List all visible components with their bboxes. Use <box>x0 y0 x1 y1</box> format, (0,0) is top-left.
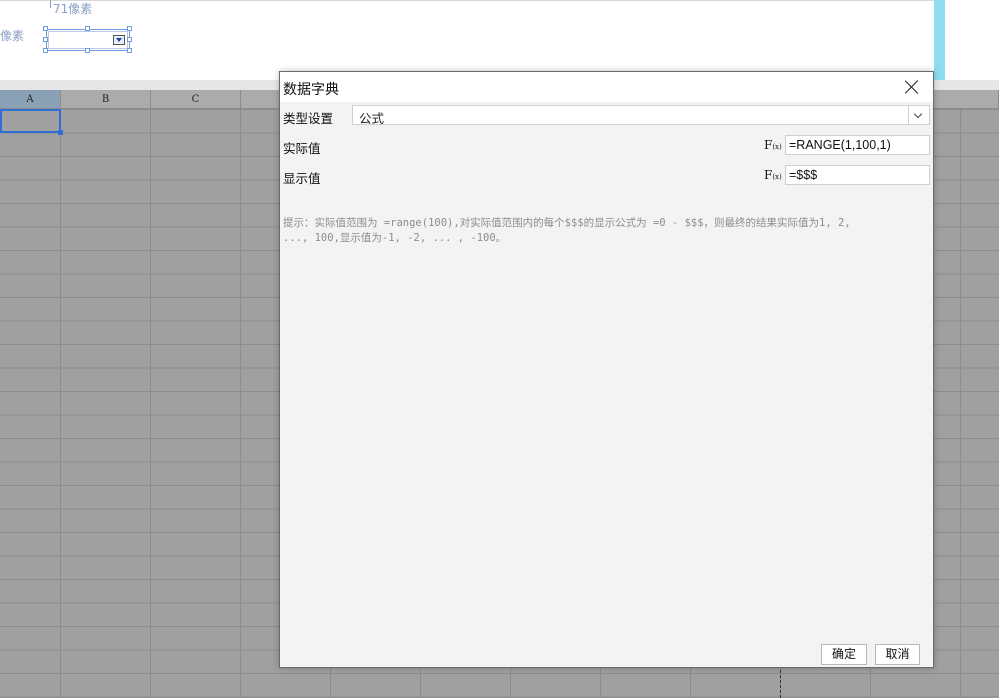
type-setting-label: 类型设置 <box>283 111 334 126</box>
type-setting-select[interactable]: 公式 <box>352 105 930 126</box>
dialog-titlebar: 数据字典 <box>280 72 933 102</box>
actual-value-formula-input[interactable] <box>785 135 930 155</box>
actual-value-label: 实际值 <box>283 141 321 156</box>
ok-button[interactable]: 确定 <box>821 644 867 665</box>
resize-handle[interactable] <box>127 26 132 31</box>
resize-handle[interactable] <box>43 26 48 31</box>
resize-handle[interactable] <box>85 48 90 53</box>
dialog-title: 数据字典 <box>283 82 339 98</box>
data-dictionary-dialog: 数据字典 类型设置 公式 实际值 F(x) 显示值 F(x) 提示：实际值范围为… <box>279 71 934 668</box>
resize-handle[interactable] <box>43 48 48 53</box>
hint-line: ..., 100,显示值为-1, -2, ... , -100。 <box>283 232 507 244</box>
hint-line: 提示：实际值范围为 =range(100),对实际值范围内的每个$$$的显示公式… <box>283 217 851 229</box>
column-header-c[interactable]: C <box>151 90 241 109</box>
height-ruler-label: 71像素 <box>50 0 92 17</box>
display-value-label: 显示值 <box>283 171 321 186</box>
fill-handle[interactable] <box>58 130 63 135</box>
resize-handle[interactable] <box>127 37 132 42</box>
chevron-down-icon[interactable] <box>908 106 929 124</box>
canvas-edge-strip <box>934 0 945 80</box>
selected-cell[interactable] <box>0 109 61 133</box>
type-setting-value: 公式 <box>359 111 385 126</box>
cancel-button[interactable]: 取消 <box>875 644 920 665</box>
combo-widget-field[interactable] <box>48 31 128 49</box>
display-value-formula-input[interactable] <box>785 165 930 185</box>
resize-handle[interactable] <box>127 48 132 53</box>
design-canvas: 71像素 像素 <box>0 0 934 80</box>
width-ruler-label: 像素 <box>0 29 25 43</box>
dropdown-arrow-icon[interactable] <box>113 35 125 45</box>
hint-text: 提示：实际值范围为 =range(100),对实际值范围内的每个$$$的显示公式… <box>283 216 903 246</box>
resize-handle[interactable] <box>43 37 48 42</box>
formula-icon[interactable]: F(x) <box>764 138 782 152</box>
ruler-tick <box>50 0 51 8</box>
formula-icon[interactable]: F(x) <box>764 168 782 182</box>
column-header-a[interactable]: A <box>0 90 61 109</box>
column-header-b[interactable]: B <box>61 90 151 109</box>
resize-handle[interactable] <box>85 26 90 31</box>
canvas-right-area <box>945 0 999 80</box>
close-icon[interactable] <box>903 78 921 96</box>
